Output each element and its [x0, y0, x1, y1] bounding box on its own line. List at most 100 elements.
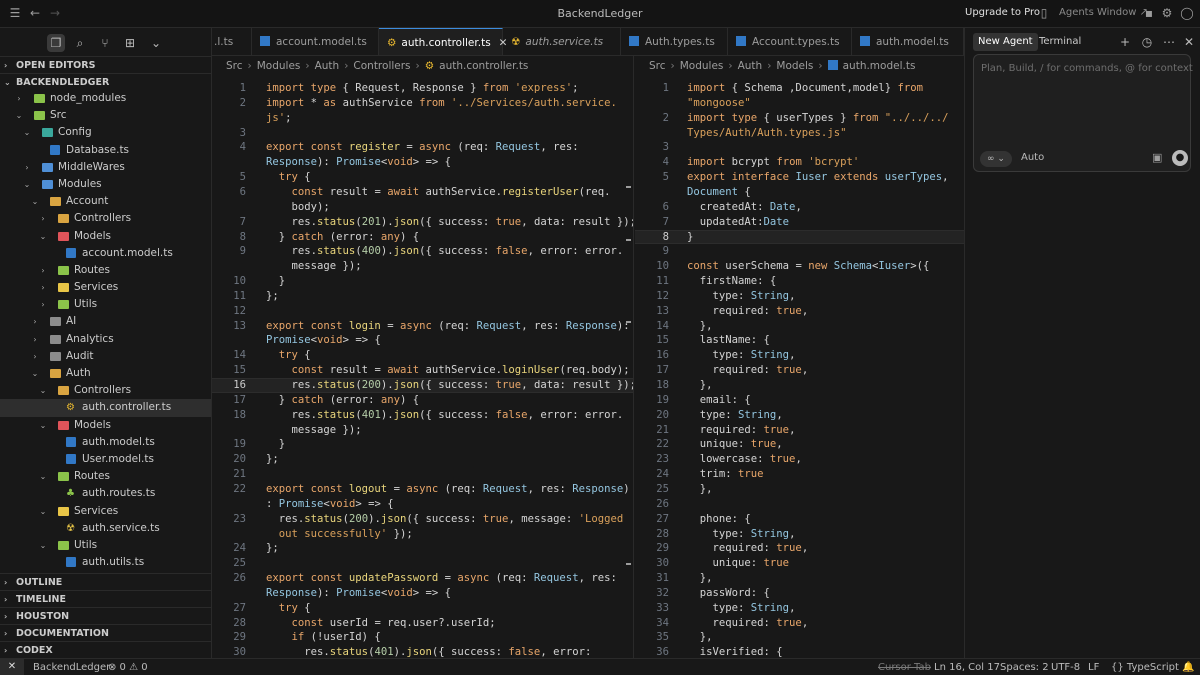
settings-gear-icon[interactable]: ⚙ [1160, 6, 1174, 20]
code-line[interactable]: Response): Promise<void> => { [266, 155, 451, 170]
language-mode[interactable]: {} TypeScript [1111, 660, 1179, 675]
code-line[interactable]: }, [687, 482, 713, 497]
code-line[interactable]: res.status(201).json({ success: true, da… [266, 215, 634, 230]
code-line[interactable]: "mongoose" [687, 96, 751, 111]
code-line[interactable]: import bcrypt from 'bcrypt' [687, 155, 859, 170]
section-header-codex[interactable]: › CODEX [0, 641, 212, 658]
code-line[interactable]: phone: { [687, 512, 751, 527]
code-line[interactable]: } [266, 274, 285, 289]
close-icon[interactable]: ✕ [1182, 33, 1196, 51]
code-line[interactable]: res.status(400).json({ success: false, e… [266, 244, 624, 259]
code-line[interactable]: const userSchema = new Schema<Iuser>({ [687, 259, 929, 274]
code-line[interactable]: type: String, [687, 408, 783, 423]
tree-folder[interactable]: ⌄ Src [0, 107, 211, 124]
code-line[interactable]: unique: true, [687, 437, 783, 452]
tree-folder[interactable]: › node_modules [0, 90, 211, 107]
section-header-timeline[interactable]: › TIMELINE [0, 590, 212, 607]
tree-folder[interactable]: ⌄ Controllers [0, 382, 211, 399]
code-line[interactable]: message }); [266, 423, 362, 438]
agent-composer[interactable]: Plan, Build, / for commands, @ for conte… [973, 54, 1193, 172]
tree-folder[interactable]: › Analytics [0, 331, 211, 348]
open-editors-header[interactable]: › OPEN EDITORS [0, 56, 211, 73]
code-line[interactable]: required: true, [687, 541, 809, 556]
microphone-icon[interactable]: ● [1172, 150, 1188, 166]
tree-folder[interactable]: › Utils [0, 296, 211, 313]
code-line[interactable]: const result = await authService.registe… [266, 185, 611, 200]
breadcrumb-item[interactable]: Auth [738, 60, 763, 72]
mode-selector[interactable]: ∞ ⌄ [980, 151, 1012, 167]
tab-terminal[interactable]: Terminal [1034, 33, 1086, 51]
tree-folder[interactable]: › Routes [0, 262, 211, 279]
code-line[interactable]: import type { userTypes } from "../../..… [687, 111, 949, 126]
tree-file[interactable]: ☢ auth.service.ts [0, 520, 211, 537]
search-icon[interactable]: ⌕ [71, 34, 89, 52]
code-line[interactable]: isVerified: { [687, 645, 783, 658]
code-line[interactable]: import type { Request, Response } from '… [266, 81, 579, 96]
account-icon[interactable]: ◯ [1180, 6, 1194, 20]
breadcrumb-item[interactable]: Models [776, 60, 813, 72]
tree-folder[interactable]: ⌄ Models [0, 228, 211, 245]
tree-folder[interactable]: › AI [0, 313, 211, 330]
line-endings[interactable]: LF [1088, 660, 1099, 675]
layout-icon[interactable]: ▯ [1037, 6, 1051, 20]
breadcrumb-item[interactable]: auth.model.ts [843, 60, 916, 72]
model-selector[interactable]: Auto [1021, 152, 1044, 163]
code-line[interactable]: export interface Iuser extends userTypes… [687, 170, 949, 185]
code-line[interactable]: : Promise<void> => { [266, 497, 394, 512]
section-header-houston[interactable]: › HOUSTON [0, 607, 212, 624]
tab--l-ts[interactable]: .l.ts [212, 28, 252, 55]
tab-account-types-ts[interactable]: Account.types.ts [728, 28, 852, 55]
tree-folder[interactable]: ⌄ Auth [0, 365, 211, 382]
code-line[interactable]: res.status(200).json({ success: true, da… [266, 378, 634, 393]
code-line[interactable]: export const logout = async (req: Reques… [266, 482, 630, 497]
code-line[interactable]: trim: true [687, 467, 764, 482]
section-header-outline[interactable]: › OUTLINE [0, 573, 212, 590]
files-icon[interactable]: ❐ [47, 34, 65, 52]
source-control-icon[interactable]: ⑂ [96, 34, 114, 52]
tree-folder[interactable]: › Controllers [0, 210, 211, 227]
tree-folder[interactable]: ⌄ Routes [0, 468, 211, 485]
cursor-position[interactable]: Ln 16, Col 17 [934, 660, 1000, 675]
code-line[interactable]: const userId = req.user?.userId; [266, 616, 496, 631]
tree-file[interactable]: account.model.ts [0, 245, 211, 262]
code-line[interactable]: required: true, [687, 304, 809, 319]
code-line[interactable]: }; [266, 452, 279, 467]
tree-folder[interactable]: ⌄ Utils [0, 537, 211, 554]
code-line[interactable]: const result = await authService.loginUs… [266, 363, 630, 378]
problems-indicator[interactable]: ⊗ 0 ⚠ 0 [108, 660, 148, 675]
code-line[interactable]: out successfully' }); [266, 527, 413, 542]
code-line[interactable]: if (!userId) { [266, 630, 381, 645]
tree-folder[interactable]: ⌄ Account [0, 193, 211, 210]
tab-auth-model-ts[interactable]: auth.model.ts [852, 28, 964, 55]
code-line[interactable]: unique: true [687, 556, 790, 571]
more-icon[interactable]: ⋯ [1162, 33, 1176, 51]
code-line[interactable]: passWord: { [687, 586, 770, 601]
editor-pane-right[interactable]: Src › Modules › Auth › Models › auth.model.ts 1 i… [635, 56, 964, 658]
agents-window-button[interactable]: Agents Window ↗ [1059, 7, 1148, 18]
cursor-tab-toggle[interactable]: Cursor Tab [878, 660, 931, 675]
encoding[interactable]: UTF-8 [1051, 660, 1080, 675]
tab-auth-controller-ts[interactable]: ⚙ auth.controller.ts ✕ [379, 28, 507, 55]
code-line[interactable]: Types/Auth/Auth.types.js" [687, 126, 846, 141]
code-line[interactable]: res.status(200).json({ success: true, me… [266, 512, 624, 527]
tree-file[interactable]: auth.utils.ts [0, 554, 211, 571]
code-line[interactable]: } [266, 437, 285, 452]
code-line[interactable]: res.status(401).json({ success: false, e… [266, 408, 624, 423]
code-line[interactable]: try { [266, 170, 311, 185]
tree-file[interactable]: ♣ auth.routes.ts [0, 485, 211, 502]
tree-folder[interactable]: ⌄ Services [0, 503, 211, 520]
history-icon[interactable]: ◷ [1140, 33, 1154, 51]
code-line[interactable]: } [687, 230, 693, 245]
code-line[interactable]: updatedAt:Date [687, 215, 789, 230]
breadcrumb-item[interactable]: Src [649, 60, 666, 72]
code-line[interactable]: type: String, [687, 289, 796, 304]
code-line[interactable]: required: true, [687, 423, 796, 438]
breadcrumb-item[interactable]: Modules [680, 60, 724, 72]
code-line[interactable]: export const login = async (req: Request… [266, 319, 630, 334]
tree-file[interactable]: User.model.ts [0, 451, 211, 468]
tab-account-model-ts[interactable]: account.model.ts [252, 28, 379, 55]
more-chevron-icon[interactable]: ⌄ [147, 34, 165, 52]
tree-folder[interactable]: ⌄ Config [0, 124, 211, 141]
code-line[interactable]: }; [266, 289, 279, 304]
code-line[interactable]: type: String, [687, 601, 796, 616]
